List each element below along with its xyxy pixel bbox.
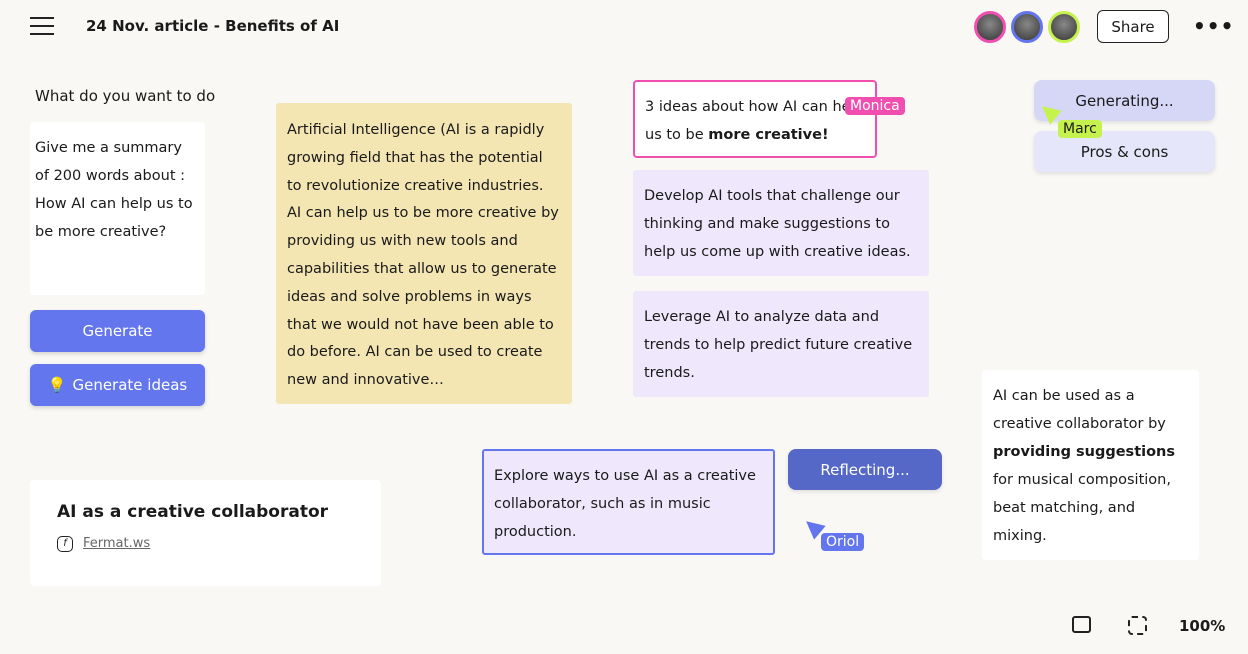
avatar[interactable] (1011, 11, 1043, 43)
summary-note[interactable]: Artificial Intelligence (AI is a rapidly… (276, 103, 572, 404)
more-icon[interactable]: ••• (1193, 14, 1234, 38)
ideas-prompt-note[interactable]: 3 ideas about how AI can help us to be m… (633, 80, 877, 158)
avatar[interactable] (1048, 11, 1080, 43)
generate-ideas-button[interactable]: 💡 Generate ideas (30, 364, 205, 406)
menu-icon[interactable] (30, 17, 54, 35)
ideas-prompt-bold: more creative (708, 127, 822, 143)
link-card[interactable]: AI as a creative collaborator f Fermat.ws (30, 480, 381, 586)
cursor-label-marc: Marc (1058, 120, 1102, 138)
generating-button[interactable]: Generating... (1034, 80, 1215, 121)
idea-note[interactable]: Develop AI tools that challenge our thin… (633, 170, 929, 276)
share-button[interactable]: Share (1097, 10, 1169, 43)
fullscreen-icon[interactable] (1128, 616, 1147, 635)
reflecting-button[interactable]: Reflecting... (788, 449, 942, 490)
avatar[interactable] (974, 11, 1006, 43)
generate-ideas-label: Generate ideas (72, 376, 188, 394)
collab-bold: providing suggestions (993, 444, 1176, 460)
generate-button[interactable]: Generate (30, 310, 205, 352)
zoom-level[interactable]: 100% (1179, 617, 1225, 635)
collab-text: AI can be used as a creative collaborato… (993, 388, 1166, 432)
prompt-input[interactable]: Give me a summary of 200 words about : H… (30, 122, 205, 295)
source-link[interactable]: Fermat.ws (83, 530, 150, 558)
idea-note[interactable]: Leverage AI to analyze data and trends t… (633, 291, 929, 397)
toolbox-icon[interactable] (1072, 616, 1091, 633)
cursor-label-oriol: Oriol (821, 533, 865, 551)
fermat-icon: f (57, 536, 73, 552)
collab-note[interactable]: AI can be used as a creative collaborato… (982, 370, 1199, 560)
cursor-label-monica: Monica (845, 97, 905, 115)
collab-text-end: for musical composition, beat matching, … (993, 472, 1171, 544)
lightbulb-icon: 💡 (47, 376, 67, 394)
explore-note[interactable]: Explore ways to use AI as a creative col… (482, 449, 775, 555)
link-card-title: AI as a creative collaborator (57, 502, 329, 522)
prompt-label: What do you want to do (35, 87, 216, 105)
ideas-prompt-end: ! (821, 127, 829, 143)
page-title: 24 Nov. article - Benefits of AI (86, 17, 340, 35)
